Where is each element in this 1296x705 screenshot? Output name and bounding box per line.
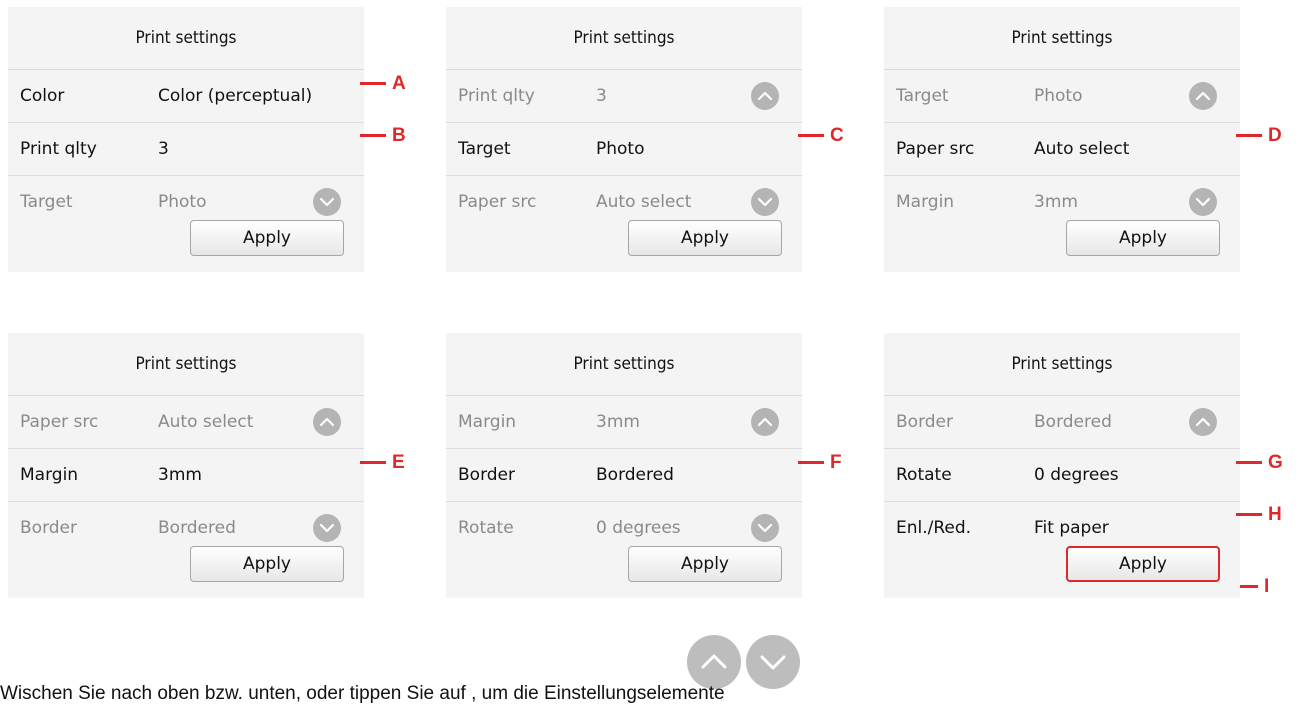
- setting-value: 3: [596, 86, 607, 106]
- callout-letter: A: [392, 73, 406, 94]
- setting-value: 3mm: [158, 465, 202, 485]
- instruction-caption: Wischen Sie nach oben bzw. unten, oder t…: [0, 683, 725, 704]
- setting-row-rotate[interactable]: Rotate 0 degrees: [884, 449, 1240, 502]
- chevron-up-icon[interactable]: [751, 408, 779, 436]
- callout-letter: I: [1264, 576, 1270, 597]
- chevron-down-icon[interactable]: [313, 188, 341, 216]
- panel-title: Print settings: [446, 333, 802, 396]
- setting-row-target[interactable]: Target Photo: [446, 123, 802, 176]
- print-settings-panel-1: Print settings Color Color (perceptual) …: [8, 7, 364, 272]
- print-settings-panel-5: Print settings Margin 3mm Border Bordere…: [446, 333, 802, 598]
- setting-row-target[interactable]: Target Photo: [884, 70, 1240, 123]
- chevron-down-icon[interactable]: [1189, 188, 1217, 216]
- print-settings-panel-2: Print settings Print qlty 3 Target Photo…: [446, 7, 802, 272]
- setting-label: Target: [896, 86, 949, 106]
- setting-label: Margin: [896, 192, 955, 212]
- callout-g: G: [1236, 453, 1283, 473]
- print-settings-panel-4: Print settings Paper src Auto select Mar…: [8, 333, 364, 598]
- setting-value: Photo: [596, 139, 645, 159]
- callout-i: I: [1240, 577, 1269, 597]
- callout-c: C: [798, 126, 844, 146]
- chevron-down-icon[interactable]: [751, 188, 779, 216]
- setting-label: Margin: [20, 465, 79, 485]
- chevron-up-icon[interactable]: [751, 82, 779, 110]
- callout-b: B: [360, 126, 406, 146]
- setting-label: Border: [20, 518, 77, 538]
- setting-row-border[interactable]: Border Bordered: [446, 449, 802, 502]
- callout-letter: E: [392, 452, 405, 473]
- print-settings-panel-6: Print settings Border Bordered Rotate 0 …: [884, 333, 1240, 598]
- callout-e: E: [360, 453, 405, 473]
- setting-value: Bordered: [596, 465, 674, 485]
- setting-label: Rotate: [896, 465, 952, 485]
- setting-row-print-quality[interactable]: Print qlty 3: [8, 123, 364, 176]
- apply-button[interactable]: Apply: [190, 546, 344, 582]
- setting-row-border[interactable]: Border Bordered: [884, 396, 1240, 449]
- setting-label: Color: [20, 86, 65, 106]
- apply-button[interactable]: Apply: [1066, 546, 1220, 582]
- setting-value: Photo: [1034, 86, 1083, 106]
- setting-label: Margin: [458, 412, 517, 432]
- setting-label: Paper src: [458, 192, 537, 212]
- setting-label: Rotate: [458, 518, 514, 538]
- setting-label: Paper src: [896, 139, 975, 159]
- apply-button[interactable]: Apply: [190, 220, 344, 256]
- setting-row-margin[interactable]: Margin 3mm: [8, 449, 364, 502]
- panel-title: Print settings: [446, 7, 802, 70]
- setting-row-margin[interactable]: Margin 3mm: [446, 396, 802, 449]
- callout-letter: D: [1268, 125, 1282, 146]
- callout-f: F: [798, 453, 842, 473]
- panel-title: Print settings: [8, 333, 364, 396]
- setting-label: Target: [20, 192, 73, 212]
- callout-letter: F: [830, 452, 842, 473]
- panel-title: Print settings: [8, 7, 364, 70]
- callout-letter: G: [1268, 452, 1283, 473]
- panel-title: Print settings: [884, 7, 1240, 70]
- callout-a: A: [360, 74, 406, 94]
- setting-value: 3mm: [596, 412, 640, 432]
- apply-button[interactable]: Apply: [628, 220, 782, 256]
- setting-row-paper-source[interactable]: Paper src Auto select: [884, 123, 1240, 176]
- print-settings-panel-3: Print settings Target Photo Paper src Au…: [884, 7, 1240, 272]
- callout-letter: H: [1268, 504, 1282, 525]
- setting-label: Target: [458, 139, 511, 159]
- chevron-up-icon[interactable]: [313, 408, 341, 436]
- setting-row-color[interactable]: Color Color (perceptual): [8, 70, 364, 123]
- setting-row-print-quality[interactable]: Print qlty 3: [446, 70, 802, 123]
- setting-label: Paper src: [20, 412, 99, 432]
- setting-value: 3: [158, 139, 169, 159]
- chevron-up-icon[interactable]: [1189, 408, 1217, 436]
- chevron-up-icon: [687, 635, 741, 689]
- setting-value: Color (perceptual): [158, 86, 313, 106]
- callout-letter: C: [830, 125, 844, 146]
- setting-label: Border: [896, 412, 953, 432]
- callout-h: H: [1236, 505, 1282, 525]
- setting-label: Border: [458, 465, 515, 485]
- chevron-down-icon[interactable]: [751, 514, 779, 542]
- chevron-up-icon[interactable]: [1189, 82, 1217, 110]
- setting-label: Print qlty: [20, 139, 97, 159]
- setting-row-paper-source[interactable]: Paper src Auto select: [8, 396, 364, 449]
- apply-button[interactable]: Apply: [1066, 220, 1220, 256]
- apply-button[interactable]: Apply: [628, 546, 782, 582]
- panel-title: Print settings: [884, 333, 1240, 396]
- chevron-down-icon[interactable]: [313, 514, 341, 542]
- setting-label: Print qlty: [458, 86, 535, 106]
- callout-letter: B: [392, 125, 406, 146]
- setting-value: Auto select: [1034, 139, 1130, 159]
- callout-d: D: [1236, 126, 1282, 146]
- setting-value: Auto select: [158, 412, 254, 432]
- chevron-down-icon: [746, 635, 800, 689]
- setting-value: 0 degrees: [1034, 465, 1119, 485]
- setting-label: Enl./Red.: [896, 518, 972, 538]
- setting-value: Bordered: [1034, 412, 1112, 432]
